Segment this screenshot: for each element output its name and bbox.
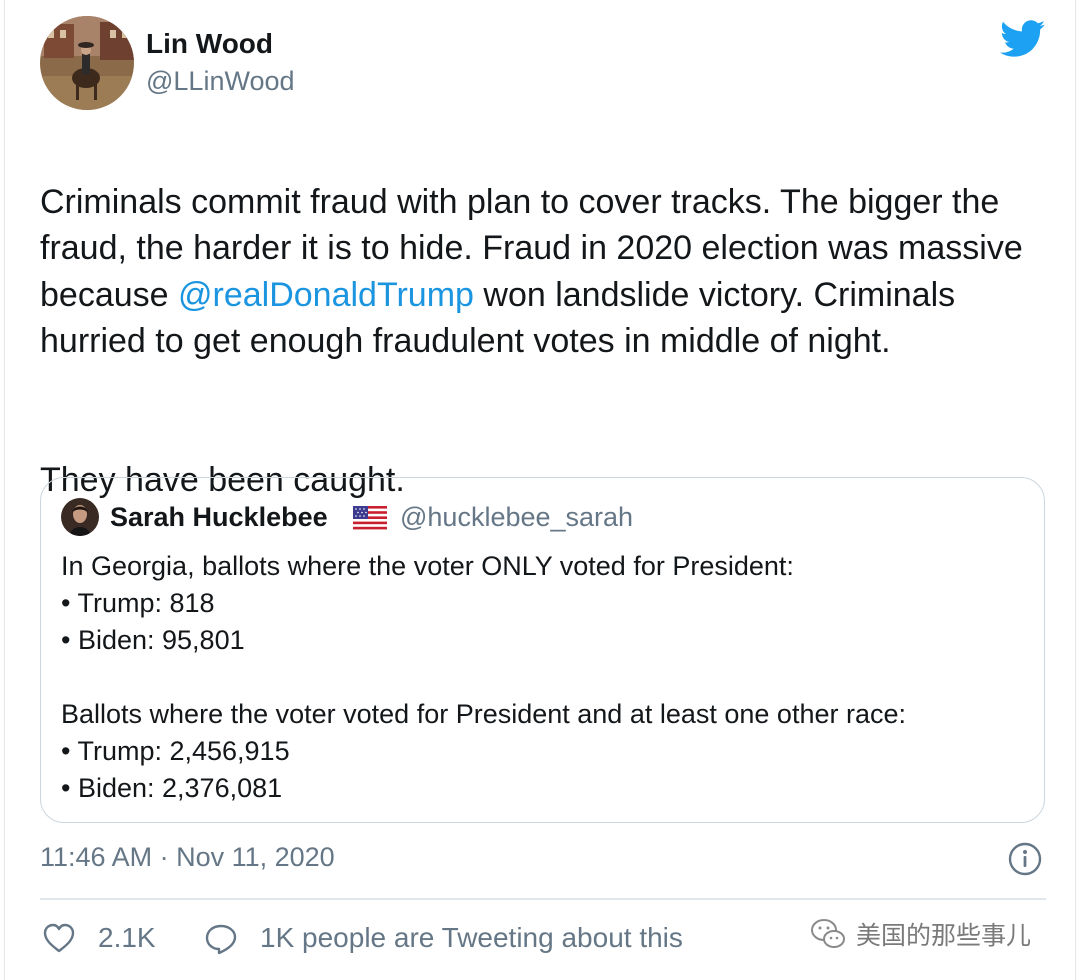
wechat-icon	[811, 919, 845, 948]
quoted-tweet-text: In Georgia, ballots where the voter ONLY…	[61, 548, 1031, 807]
speech-bubble-icon[interactable]	[204, 922, 238, 956]
tweet-paragraph-1: Criminals commit fraud with plan to cove…	[40, 179, 1050, 365]
footer-divider	[40, 898, 1046, 900]
mention-link[interactable]: @realDonaldTrump	[178, 276, 474, 314]
watermark-text: 美国的那些事儿	[856, 922, 1032, 950]
frame-border-left	[4, 0, 5, 980]
quoted-line: Ballots where the voter voted for Presid…	[61, 699, 906, 729]
twitter-bird-icon[interactable]	[1000, 20, 1046, 58]
quoted-author-name[interactable]: Sarah Hucklebee	[110, 502, 328, 533]
tweet-card: Lin Wood @LLinWood Criminals commit frau…	[0, 0, 1080, 980]
author-name[interactable]: Lin Wood	[146, 28, 273, 60]
quoted-line: • Trump: 2,456,915	[61, 736, 290, 766]
watermark: 美国的那些事儿	[810, 914, 1031, 954]
author-avatar[interactable]	[40, 16, 134, 110]
info-icon[interactable]	[1008, 842, 1042, 876]
quoted-line: In Georgia, ballots where the voter ONLY…	[61, 551, 794, 581]
tweeting-about-link[interactable]: 1K people are Tweeting about this	[260, 922, 683, 954]
author-handle[interactable]: @LLinWood	[146, 66, 295, 97]
quoted-author-handle[interactable]: @hucklebee_sarah	[400, 502, 633, 533]
quoted-author-avatar	[61, 498, 99, 536]
quoted-tweet[interactable]: Sarah Hucklebee @hucklebee_sarah In Geor…	[40, 477, 1045, 823]
quoted-line: • Biden: 2,376,081	[61, 773, 283, 803]
tweet-timestamp[interactable]: 11:46 AM · Nov 11, 2020	[40, 842, 335, 873]
quoted-line: • Trump: 818	[61, 588, 215, 618]
quoted-line: • Biden: 95,801	[61, 625, 245, 655]
like-count[interactable]: 2.1K	[98, 922, 156, 954]
frame-border-right	[1075, 0, 1076, 980]
heart-icon[interactable]	[42, 922, 76, 954]
us-flag-icon	[353, 506, 387, 530]
quoted-line-gap	[61, 659, 1031, 696]
